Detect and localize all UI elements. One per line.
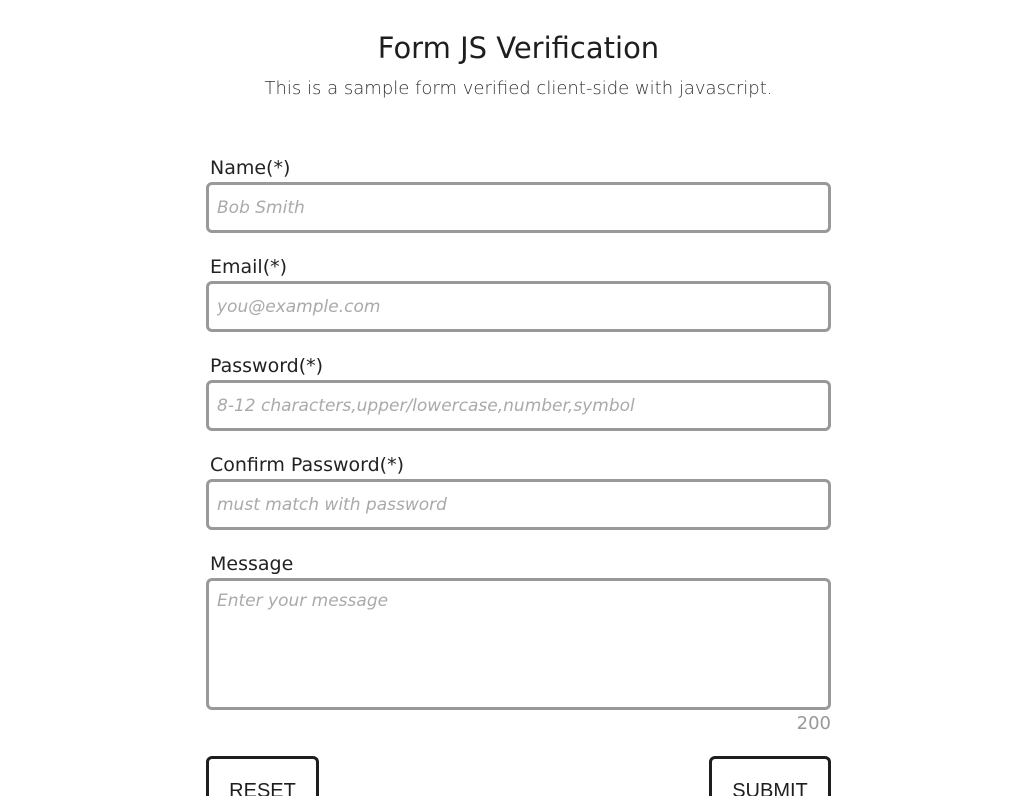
email-label: Email(*) [210, 256, 288, 278]
form-buttons: RESET SUBMIT [206, 756, 831, 796]
name-input[interactable] [206, 182, 831, 233]
page-subtitle: This is a sample form verified client-si… [264, 78, 773, 99]
email-field-group: Email(*) [206, 254, 831, 332]
name-field-group: Name(*) [206, 155, 831, 233]
reset-button[interactable]: RESET [206, 756, 319, 796]
name-label: Name(*) [210, 157, 291, 179]
confirm-password-label: Confirm Password(*) [210, 454, 404, 476]
password-input[interactable] [206, 380, 831, 431]
submit-button[interactable]: SUBMIT [709, 756, 831, 796]
page: Form JS Verification This is a sample fo… [0, 0, 1015, 796]
confirm-password-field-group: Confirm Password(*) [206, 452, 831, 530]
page-title: Form JS Verification [377, 31, 660, 65]
verification-form: Name(*) Email(*) Password(*) Confirm Pas… [206, 155, 831, 796]
message-char-counter: 200 [796, 713, 831, 734]
email-input[interactable] [206, 281, 831, 332]
message-label: Message [210, 553, 294, 575]
password-label: Password(*) [210, 355, 324, 377]
message-field-group: Message 200 [206, 551, 831, 736]
password-field-group: Password(*) [206, 353, 831, 431]
confirm-password-input[interactable] [206, 479, 831, 530]
message-textarea[interactable] [206, 578, 831, 710]
